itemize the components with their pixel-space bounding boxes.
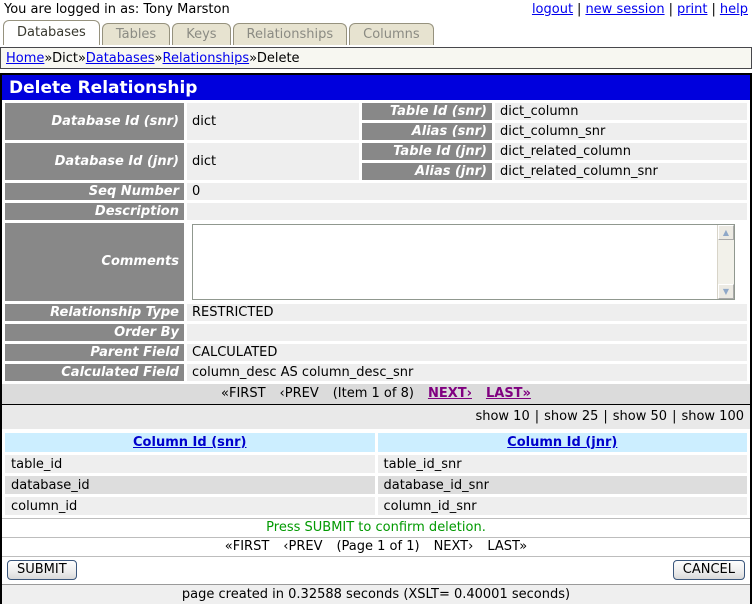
column-header-jnr: Column Id (jnr) <box>377 433 747 452</box>
cancel-button[interactable]: CANCEL <box>672 560 745 580</box>
detail-form: Database Id (snr) dict Table Id (snr) di… <box>2 100 750 384</box>
field-label-alias-jnr: Alias (jnr) <box>362 163 492 180</box>
button-row: SUBMIT CANCEL <box>2 556 750 584</box>
page-title: Delete Relationship <box>2 75 750 100</box>
col-snr-value: database_id <box>5 476 375 494</box>
breadcrumb-separator: » <box>154 51 163 66</box>
columns-table: Column Id (snr) Column Id (jnr) table_id… <box>2 430 750 518</box>
field-value-parent-field: CALCULATED <box>187 344 747 361</box>
next-page-disabled: NEXT› <box>433 539 474 554</box>
breadcrumb-separator: » <box>44 51 53 66</box>
new-session-link[interactable]: new session <box>585 2 664 17</box>
scroll-down-icon[interactable]: ▼ <box>718 284 734 299</box>
field-value-relationship-type: RESTRICTED <box>187 304 747 321</box>
breadcrumb-relationships-link[interactable]: Relationships <box>163 51 250 66</box>
col-jnr-value: table_id_snr <box>377 455 747 473</box>
breadcrumb-separator: » <box>78 51 86 66</box>
submit-button[interactable]: SUBMIT <box>7 560 77 580</box>
column-id-jnr-sort-link[interactable]: Column Id (jnr) <box>507 435 617 450</box>
tab-relationships[interactable]: Relationships <box>232 23 348 45</box>
footer-status: page created in 0.32588 seconds (XSLT= 0… <box>2 584 750 604</box>
field-value-alias-jnr: dict_related_column_snr <box>495 163 747 180</box>
field-value-table-id-jnr: dict_related_column <box>495 143 747 160</box>
field-label-comments: Comments <box>5 223 184 301</box>
show-separator: | <box>672 409 677 424</box>
field-label-table-id-jnr: Table Id (jnr) <box>362 143 492 160</box>
field-label-alias-snr: Alias (snr) <box>362 123 492 140</box>
first-item-disabled: «FIRST <box>221 386 266 401</box>
logout-link[interactable]: logout <box>532 2 573 17</box>
tab-bar: Databases Tables Keys Relationships Colu… <box>0 19 752 45</box>
field-label-seq-number: Seq Number <box>5 183 184 200</box>
top-links: logout | new session | print | help <box>532 2 748 17</box>
field-value-table-id-snr: dict_column <box>495 103 747 120</box>
tab-columns[interactable]: Columns <box>349 23 434 45</box>
last-page-disabled: LAST» <box>487 539 528 554</box>
field-value-calculated-field: column_desc AS column_desc_snr <box>187 364 747 381</box>
col-snr-value: table_id <box>5 455 375 473</box>
first-page-disabled: «FIRST <box>224 539 270 554</box>
comments-text[interactable] <box>193 225 717 299</box>
show-100-link[interactable]: show 100 <box>681 409 744 424</box>
column-id-snr-sort-link[interactable]: Column Id (snr) <box>133 435 246 450</box>
prev-page-disabled: ‹PREV <box>283 539 323 554</box>
print-link[interactable]: print <box>677 2 708 17</box>
field-label-database-id-jnr: Database Id (jnr) <box>5 143 184 180</box>
field-value-database-id-jnr: dict <box>187 143 359 180</box>
table-row: table_id table_id_snr <box>5 455 747 473</box>
comments-textarea[interactable]: ▲ ▼ <box>192 224 735 300</box>
top-bar: You are logged in as: Tony Marston logou… <box>0 0 752 19</box>
col-jnr-value: column_id_snr <box>377 497 747 515</box>
page-pagination: «FIRST ‹PREV (Page 1 of 1) NEXT› LAST» <box>2 537 750 556</box>
field-comments-cell: ▲ ▼ <box>187 223 747 301</box>
show-separator: | <box>534 409 540 424</box>
confirm-message: Press SUBMIT to confirm deletion. <box>2 518 750 537</box>
table-row: column_id column_id_snr <box>5 497 747 515</box>
breadcrumb-databases-link[interactable]: Databases <box>86 51 155 66</box>
comments-scrollbar[interactable]: ▲ ▼ <box>717 225 734 299</box>
field-label-parent-field: Parent Field <box>5 344 184 361</box>
item-count-status: (Item 1 of 8) <box>332 386 414 401</box>
show-10-link[interactable]: show 10 <box>475 409 529 424</box>
field-value-database-id-snr: dict <box>187 103 359 140</box>
field-label-database-id-snr: Database Id (snr) <box>5 103 184 140</box>
last-item-link[interactable]: LAST» <box>486 386 531 401</box>
column-header-snr: Column Id (snr) <box>5 433 375 452</box>
tab-tables[interactable]: Tables <box>101 23 171 45</box>
field-label-table-id-snr: Table Id (snr) <box>362 103 492 120</box>
breadcrumb-separator: » <box>249 51 257 66</box>
scroll-up-icon[interactable]: ▲ <box>718 225 734 240</box>
tab-databases[interactable]: Databases <box>3 20 100 45</box>
show-50-link[interactable]: show 50 <box>613 409 667 424</box>
field-value-description <box>187 203 747 220</box>
field-value-seq-number: 0 <box>187 183 747 200</box>
field-label-order-by: Order By <box>5 324 184 341</box>
show-separator: | <box>603 409 608 424</box>
breadcrumb-delete: Delete <box>256 51 300 66</box>
prev-item-disabled: ‹PREV <box>279 386 319 401</box>
link-separator: | <box>711 2 716 17</box>
show-options-bar: show 10 | show 25 | show 50 | show 100 <box>2 405 750 429</box>
link-separator: | <box>577 2 582 17</box>
breadcrumb: Home»Dict»Databases»Relationships»Delete <box>0 47 752 69</box>
page-count-status: (Page 1 of 1) <box>336 539 420 554</box>
tab-keys[interactable]: Keys <box>172 23 231 45</box>
breadcrumb-home-link[interactable]: Home <box>6 51 44 66</box>
col-jnr-value: database_id_snr <box>377 476 747 494</box>
col-snr-value: column_id <box>5 497 375 515</box>
login-status: You are logged in as: Tony Marston <box>4 2 230 17</box>
field-label-relationship-type: Relationship Type <box>5 304 184 321</box>
link-separator: | <box>668 2 673 17</box>
show-25-link[interactable]: show 25 <box>544 409 598 424</box>
field-value-alias-snr: dict_column_snr <box>495 123 747 140</box>
field-label-description: Description <box>5 203 184 220</box>
table-row: database_id database_id_snr <box>5 476 747 494</box>
help-link[interactable]: help <box>720 2 748 17</box>
main-panel: Delete Relationship Database Id (snr) di… <box>0 73 752 604</box>
item-pagination: «FIRST ‹PREV (Item 1 of 8) NEXT› LAST» <box>2 384 750 405</box>
field-label-calculated-field: Calculated Field <box>5 364 184 381</box>
next-item-link[interactable]: NEXT› <box>428 386 472 401</box>
field-value-order-by <box>187 324 747 341</box>
breadcrumb-dict: Dict <box>52 51 78 66</box>
